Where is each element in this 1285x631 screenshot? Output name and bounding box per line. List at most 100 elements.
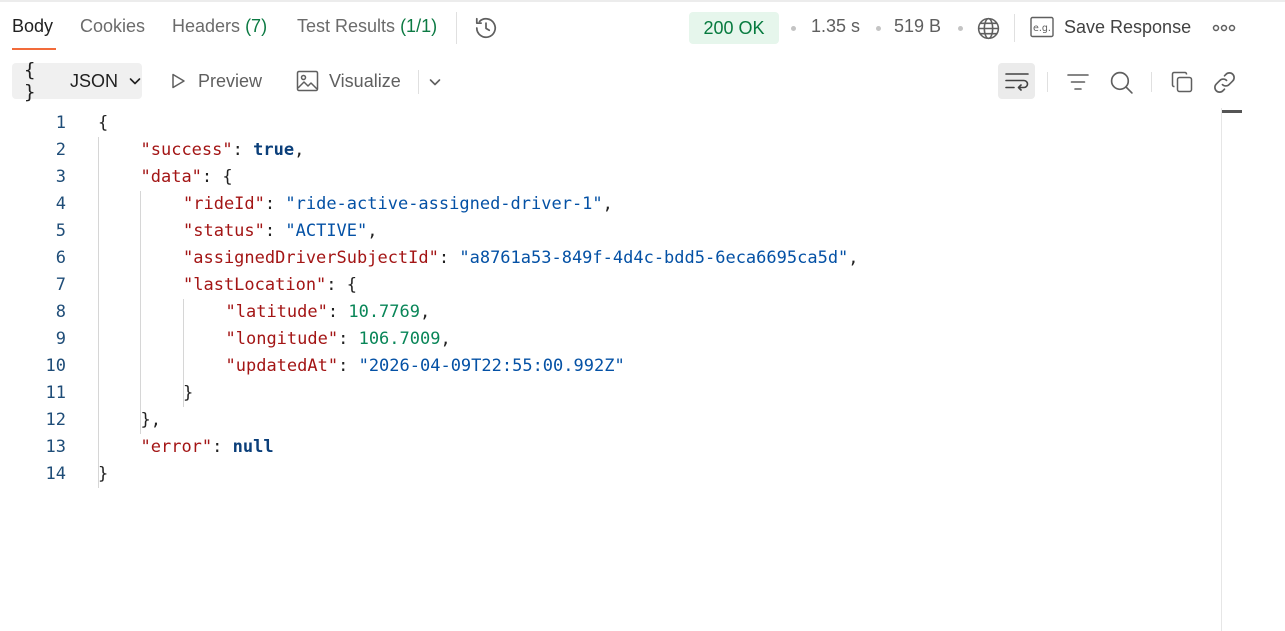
- tab-headers[interactable]: Headers (7): [172, 16, 267, 37]
- code-content: "success": true,: [141, 137, 305, 164]
- code-line[interactable]: 2 "success": true,: [0, 137, 1220, 164]
- code-content: "latitude": 10.7769,: [226, 299, 431, 326]
- json-keyword-value: null: [232, 437, 274, 457]
- more-options-button[interactable]: [1210, 15, 1238, 41]
- json-number-value: 10.7769: [348, 302, 420, 322]
- line-number: 9: [55, 329, 66, 349]
- json-punctuation: :: [338, 356, 359, 376]
- code-line[interactable]: 5 "status": "ACTIVE",: [0, 218, 1220, 245]
- network-info-button[interactable]: [974, 14, 1002, 42]
- json-key: "success": [140, 140, 233, 160]
- response-toolbar: { } JSON Preview Visualize: [0, 59, 1285, 103]
- code-line[interactable]: 13 "error": null: [0, 434, 1220, 461]
- visualize-options-button[interactable]: [424, 71, 446, 93]
- response-size[interactable]: 519 B: [894, 16, 941, 37]
- code-content: "assignedDriverSubjectId": "a8761a53-849…: [183, 245, 859, 272]
- editor-scrollbar-track[interactable]: [1221, 108, 1222, 631]
- response-time[interactable]: 1.35 s: [811, 16, 860, 37]
- status-code: 200 OK: [703, 17, 765, 38]
- code-content: },: [141, 407, 161, 434]
- json-key: "data": [140, 167, 202, 187]
- toolbar-divider: [418, 70, 419, 94]
- editor-scrollbar-thumb[interactable]: [1222, 110, 1242, 113]
- response-body-editor[interactable]: 1{2 "success": true, 3 "data": {4 "rideId": …: [0, 110, 1220, 631]
- json-key: "lastLocation": [183, 275, 327, 295]
- code-line[interactable]: 10 "updatedAt": "2026-04-09T22:55:00.992Z…: [0, 353, 1220, 380]
- globe-icon: [977, 17, 999, 39]
- json-punctuation: },: [140, 410, 161, 430]
- code-line[interactable]: 3 "data": {: [0, 164, 1220, 191]
- response-tab-bar: Body Cookies Headers (7) Test Results (1…: [0, 2, 1285, 50]
- json-punctuation: :: [438, 248, 460, 268]
- code-content: "longitude": 106.7009,: [226, 326, 451, 353]
- code-line[interactable]: 14}: [0, 461, 1220, 488]
- code-content: "data": {: [141, 164, 233, 191]
- line-number: 5: [55, 221, 66, 241]
- history-icon: [475, 17, 497, 39]
- image-icon: [296, 70, 319, 92]
- save-response-label: Save Response: [1064, 16, 1192, 37]
- line-number: 8: [55, 302, 66, 322]
- tab-cookies[interactable]: Cookies: [80, 16, 145, 37]
- visualize-label: Visualize: [329, 70, 401, 91]
- format-dropdown[interactable]: { } JSON: [12, 59, 142, 103]
- preview-label: Preview: [198, 70, 263, 91]
- preview-button[interactable]: Preview: [168, 63, 262, 99]
- json-punctuation: ,: [440, 329, 451, 349]
- test-results-count: (1/1): [400, 16, 438, 36]
- code-line[interactable]: 4 "rideId": "ride-active-assigned-driver-…: [0, 191, 1220, 218]
- code-content: "rideId": "ride-active-assigned-driver-1…: [183, 191, 613, 218]
- code-content: "status": "ACTIVE",: [183, 218, 378, 245]
- separator-dot: [958, 26, 963, 31]
- json-number-value: 106.7009: [358, 329, 441, 349]
- json-punctuation: }: [183, 383, 194, 403]
- json-keyword-value: true: [253, 140, 295, 160]
- code-content: "updatedAt": "2026-04-09T22:55:00.992Z": [226, 353, 625, 380]
- code-line[interactable]: 9 "longitude": 106.7009,: [0, 326, 1220, 353]
- json-punctuation: :: [232, 140, 254, 160]
- visualize-button[interactable]: Visualize: [296, 63, 401, 99]
- line-number: 10: [45, 356, 66, 376]
- word-wrap-button[interactable]: [998, 63, 1035, 99]
- json-punctuation: :: [327, 302, 349, 322]
- code-line[interactable]: 1{: [0, 110, 1220, 137]
- copy-link-button[interactable]: [1209, 67, 1239, 97]
- json-key: "rideId": [183, 194, 265, 214]
- tab-body[interactable]: Body: [12, 16, 53, 37]
- history-button[interactable]: [471, 13, 501, 43]
- active-tab-indicator: [12, 48, 56, 50]
- code-line[interactable]: 8 "latitude": 10.7769,: [0, 299, 1220, 326]
- save-response-button[interactable]: e.g. Save Response: [1030, 10, 1191, 44]
- json-punctuation: : {: [326, 275, 358, 295]
- line-number: 11: [45, 383, 66, 403]
- tab-test-results[interactable]: Test Results (1/1): [297, 16, 437, 37]
- code-content: "error": null: [141, 434, 274, 461]
- json-punctuation: :: [338, 329, 359, 349]
- chevron-down-icon: [128, 74, 142, 88]
- toolbar-divider: [1014, 14, 1015, 42]
- code-line[interactable]: 6 "assignedDriverSubjectId": "a8761a53-84…: [0, 245, 1220, 272]
- tab-divider: [456, 12, 457, 44]
- copy-button[interactable]: [1167, 67, 1197, 97]
- json-key: "error": [140, 437, 213, 457]
- code-line[interactable]: 7 "lastLocation": {: [0, 272, 1220, 299]
- json-punctuation: : {: [201, 167, 233, 187]
- filter-button[interactable]: [1064, 68, 1092, 96]
- code-line[interactable]: 11}: [0, 380, 1220, 407]
- chevron-down-icon: [429, 79, 441, 86]
- json-punctuation: ,: [602, 194, 613, 214]
- code-content: }: [183, 380, 193, 407]
- code-content: {: [98, 110, 108, 137]
- play-icon: [172, 73, 185, 89]
- code-line[interactable]: 12},: [0, 407, 1220, 434]
- json-punctuation: ,: [367, 221, 378, 241]
- json-braces-icon: { }: [24, 59, 37, 103]
- status-badge[interactable]: 200 OK: [689, 12, 779, 44]
- code-content: }: [98, 461, 108, 488]
- json-punctuation: :: [212, 437, 233, 457]
- json-string-value: "ACTIVE": [285, 221, 368, 241]
- search-button[interactable]: [1106, 67, 1136, 97]
- json-string-value: "a8761a53-849f-4d4c-bdd5-6eca6695ca5d": [459, 248, 849, 268]
- line-number: 6: [55, 248, 66, 268]
- word-wrap-icon: [1004, 73, 1029, 91]
